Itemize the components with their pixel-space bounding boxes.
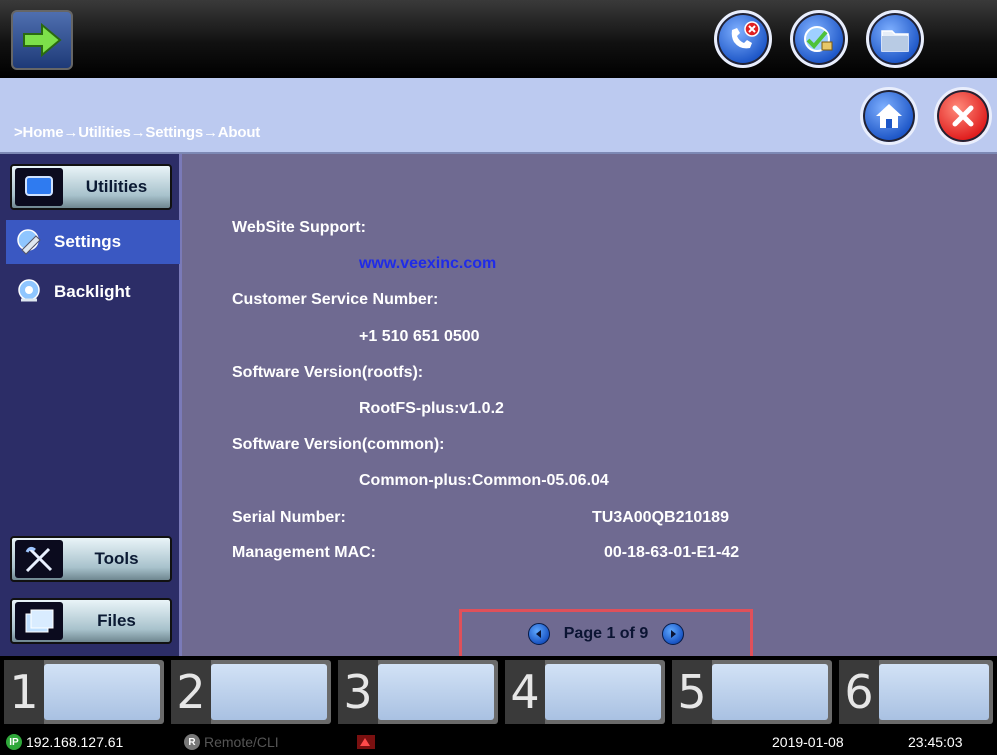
files-label: Files xyxy=(97,611,136,630)
softkey-face xyxy=(378,664,494,720)
network-settings-icon xyxy=(804,26,833,52)
softkey-5[interactable]: 5 xyxy=(672,660,832,724)
chevron-right-icon xyxy=(671,630,677,638)
top-bar xyxy=(0,0,997,78)
tools-button[interactable]: Tools xyxy=(10,536,172,582)
customer-service-value: +1 510 651 0500 xyxy=(359,328,480,345)
close-button[interactable] xyxy=(934,87,992,145)
launcher-button[interactable] xyxy=(11,10,73,70)
home-button[interactable] xyxy=(860,87,918,145)
remote-icon: R xyxy=(184,734,200,750)
rootfs-version-value: RootFS-plus:v1.0.2 xyxy=(359,400,504,417)
softkey-1[interactable]: 1 xyxy=(4,660,164,724)
management-mac-label: Management MAC: xyxy=(232,544,377,561)
softkey-bar: 1 2 3 4 5 6 xyxy=(0,656,997,730)
alarm-icon xyxy=(357,735,375,749)
softkey-face xyxy=(879,664,989,720)
customer-service-label: Customer Service Number: xyxy=(232,291,439,308)
next-page-button[interactable] xyxy=(662,623,685,645)
network-settings-button[interactable] xyxy=(790,10,848,68)
about-panel: WebSite Support: www.veexinc.com Custome… xyxy=(182,154,997,656)
management-mac-value: 00-18-63-01-E1-42 xyxy=(604,544,740,561)
ip-icon: IP xyxy=(6,734,22,750)
sidebar: Utilities Settings Backlight Tools Files xyxy=(0,154,182,656)
softkey-4[interactable]: 4 xyxy=(505,660,665,724)
softkey-number: 4 xyxy=(505,660,545,724)
breadcrumb-bar: >Home→Utilities→Settings→About xyxy=(0,78,997,154)
status-bar: IP 192.168.127.61 R Remote/CLI 2019-01-0… xyxy=(0,730,997,755)
date-display: 2019-01-08 xyxy=(772,734,844,750)
files-button[interactable]: Files xyxy=(10,598,172,644)
pager: Page 1 of 9 xyxy=(459,609,753,659)
softkey-face xyxy=(44,664,160,720)
softkey-number: 2 xyxy=(171,660,211,724)
utilities-button[interactable]: Utilities xyxy=(10,164,172,210)
close-icon xyxy=(952,105,974,127)
time-display: 23:45:03 xyxy=(908,734,963,750)
softkey-number: 1 xyxy=(4,660,44,724)
softkey-6[interactable]: 6 xyxy=(839,660,993,724)
website-label: WebSite Support: xyxy=(232,219,366,236)
phone-disconnect-button[interactable] xyxy=(714,10,772,68)
softkey-number: 3 xyxy=(338,660,378,724)
rootfs-version-label: Software Version(rootfs): xyxy=(232,364,424,381)
remote-label: Remote/CLI xyxy=(204,734,279,750)
files-icon xyxy=(15,602,63,640)
ip-address: 192.168.127.61 xyxy=(26,734,124,750)
ip-status: IP 192.168.127.61 xyxy=(6,734,123,750)
backlight-icon xyxy=(18,279,40,302)
folder-button[interactable] xyxy=(866,10,924,68)
previous-page-button[interactable] xyxy=(527,623,550,645)
softkey-2[interactable]: 2 xyxy=(171,660,331,724)
serial-number-label: Serial Number: xyxy=(232,509,346,526)
sidebar-item-label: Settings xyxy=(54,232,122,251)
tools-icon xyxy=(15,540,63,578)
folder-icon xyxy=(881,30,909,52)
remote-status: R Remote/CLI xyxy=(184,734,279,750)
monitor-icon xyxy=(15,168,63,206)
serial-number-value: TU3A00QB210189 xyxy=(592,509,729,526)
green-arrow-icon xyxy=(23,23,62,57)
common-version-label: Software Version(common): xyxy=(232,436,445,453)
tools-label: Tools xyxy=(94,549,139,568)
page-indicator: Page 1 of 9 xyxy=(563,625,649,642)
softkey-number: 6 xyxy=(839,660,879,724)
softkey-face xyxy=(545,664,661,720)
common-version-value: Common-plus:Common-05.06.04 xyxy=(359,472,609,489)
sidebar-item-settings[interactable]: Settings xyxy=(6,220,180,264)
alarm-status xyxy=(356,734,376,750)
website-link[interactable]: www.veexinc.com xyxy=(359,255,496,273)
breadcrumb[interactable]: >Home→Utilities→Settings→About xyxy=(14,124,260,141)
settings-icon xyxy=(17,229,41,255)
softkey-3[interactable]: 3 xyxy=(338,660,498,724)
softkey-face xyxy=(211,664,327,720)
home-icon xyxy=(876,104,902,128)
softkey-face xyxy=(712,664,828,720)
chevron-left-icon xyxy=(535,630,541,638)
softkey-number: 5 xyxy=(672,660,712,724)
sidebar-item-label: Backlight xyxy=(54,282,131,301)
sidebar-item-backlight[interactable]: Backlight xyxy=(6,270,180,314)
utilities-label: Utilities xyxy=(85,177,148,196)
phone-disconnect-icon xyxy=(731,21,760,49)
